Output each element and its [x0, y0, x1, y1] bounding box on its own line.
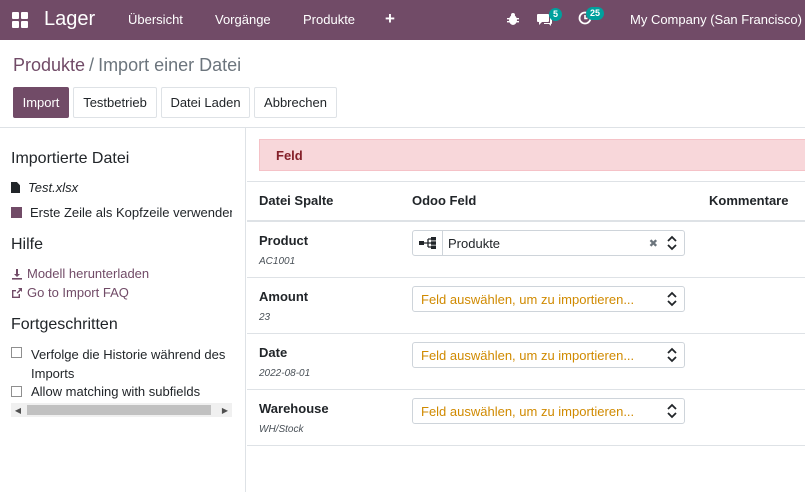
top-navbar: Lager Übersicht Vorgänge Produkte + 5 25… — [0, 0, 805, 40]
file-name: Test.xlsx — [28, 180, 79, 195]
menu-vorgaenge[interactable]: Vorgänge — [215, 12, 271, 27]
breadcrumb-current: Import einer Datei — [98, 55, 242, 75]
bug-icon[interactable] — [506, 12, 520, 26]
scroll-right-arrow-icon[interactable]: ▶ — [218, 403, 232, 417]
scrollbar-thumb[interactable] — [27, 405, 211, 415]
track-history-label-line1: Verfolge die Historie während des — [31, 347, 226, 362]
download-template-link[interactable]: Modell herunterladen — [11, 266, 149, 281]
import-faq-label: Go to Import FAQ — [27, 285, 129, 300]
relation-tree-icon — [413, 231, 443, 255]
header-row-label: Erste Zeile als Kopfzeile verwenden — [30, 205, 232, 220]
field-select-amount-placeholder: Feld auswählen, um zu importieren... — [421, 291, 635, 307]
row-divider — [247, 389, 805, 390]
imported-file-title: Importierte Datei — [11, 150, 130, 167]
app-brand[interactable]: Lager — [44, 8, 95, 31]
messages-badge: 5 — [549, 8, 563, 21]
allow-matching-option[interactable]: Allow matching with subfields — [11, 384, 232, 402]
field-select-warehouse[interactable]: Feld auswählen, um zu importieren... — [412, 398, 685, 424]
file-row: Test.xlsx — [11, 180, 78, 195]
plus-icon[interactable]: + — [385, 9, 395, 29]
breadcrumb: Produkte / Import einer Datei — [13, 55, 241, 76]
menu-produkte[interactable]: Produkte — [303, 12, 355, 27]
field-select-amount[interactable]: Feld auswählen, um zu importieren... — [412, 286, 685, 312]
allow-matching-label: Allow matching with subfields — [31, 384, 201, 399]
table-top-border — [247, 181, 805, 182]
updown-chevron-icon — [667, 347, 677, 363]
row-divider — [247, 445, 805, 446]
activities-badge: 25 — [586, 7, 605, 20]
menu-uebersicht[interactable]: Übersicht — [128, 12, 183, 27]
header-row-option[interactable]: Erste Zeile als Kopfzeile verwenden — [11, 205, 232, 223]
field-select-product-value: Produkte — [448, 235, 501, 251]
field-alert: Feld — [259, 139, 805, 171]
track-history-checkbox[interactable] — [11, 347, 22, 358]
updown-chevron-icon — [667, 291, 677, 307]
updown-chevron-icon — [667, 235, 677, 251]
track-history-label-line2: Imports — [31, 366, 75, 381]
sidebar-horizontal-scrollbar[interactable]: ◀ ▶ — [11, 403, 232, 417]
scroll-left-arrow-icon[interactable]: ◀ — [11, 403, 25, 417]
import-sidebar: Importierte Datei Test.xlsx Erste Zeile … — [0, 128, 246, 492]
row-divider — [247, 333, 805, 334]
header-comments: Kommentare — [709, 193, 789, 208]
header-row-checkbox[interactable] — [11, 207, 22, 218]
field-select-warehouse-placeholder: Feld auswählen, um zu importieren... — [421, 403, 635, 419]
column-name-product: Product — [259, 233, 309, 248]
cancel-button[interactable]: Abbrechen — [254, 87, 337, 118]
test-button[interactable]: Testbetrieb — [73, 87, 157, 118]
updown-chevron-icon — [667, 403, 677, 419]
load-file-button[interactable]: Datei Laden — [161, 87, 250, 118]
allow-matching-checkbox[interactable] — [11, 386, 22, 397]
field-select-date[interactable]: Feld auswählen, um zu importieren... — [412, 342, 685, 368]
breadcrumb-separator: / — [89, 55, 95, 75]
column-name-warehouse: Warehouse — [259, 401, 329, 416]
download-template-label: Modell herunterladen — [27, 266, 150, 281]
import-faq-link[interactable]: Go to Import FAQ — [11, 285, 129, 300]
breadcrumb-parent[interactable]: Produkte — [13, 55, 85, 75]
header-odoo-field: Odoo Feld — [412, 193, 477, 208]
apps-menu-icon[interactable] — [12, 12, 28, 28]
column-sample-amount: 23 — [259, 312, 271, 323]
row-divider — [247, 277, 805, 278]
header-file-column: Datei Spalte — [259, 193, 334, 208]
table-header-border — [247, 220, 805, 222]
column-sample-date: 2022-08-01 — [259, 368, 311, 379]
track-history-option[interactable]: Verfolge die Historie während des Import… — [11, 345, 232, 381]
download-icon — [12, 268, 22, 280]
column-name-date: Date — [259, 345, 288, 360]
external-link-icon — [12, 287, 22, 298]
advanced-title: Fortgeschritten — [11, 316, 118, 333]
file-icon — [11, 182, 20, 193]
field-select-date-placeholder: Feld auswählen, um zu importieren... — [421, 347, 635, 363]
column-sample-warehouse: WH/Stock — [259, 424, 304, 435]
clear-icon[interactable]: ✖ — [649, 237, 658, 250]
column-name-amount: Amount — [259, 289, 309, 304]
help-title: Hilfe — [11, 236, 44, 253]
import-button[interactable]: Import — [13, 87, 69, 118]
column-sample-product: AC1001 — [259, 256, 296, 267]
company-switcher[interactable]: My Company (San Francisco) — [630, 12, 802, 27]
field-select-product[interactable]: Produkte ✖ — [412, 230, 685, 256]
